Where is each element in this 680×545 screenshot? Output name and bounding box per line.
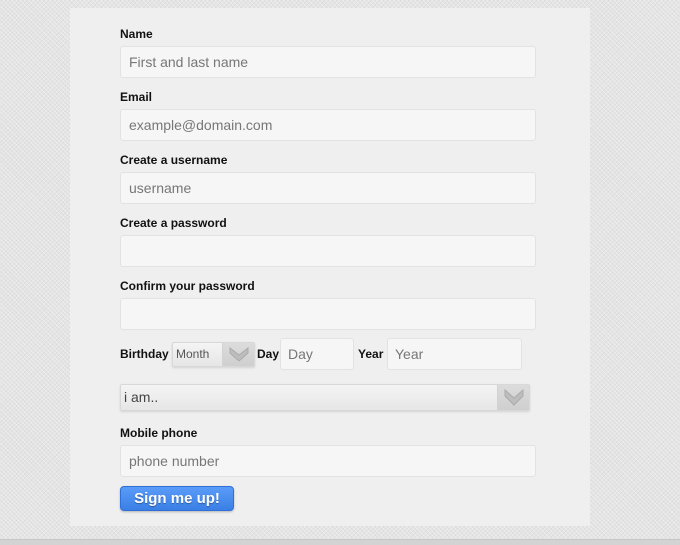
name-input[interactable] (120, 46, 536, 78)
mobile-input[interactable] (120, 445, 536, 477)
email-field: Email (120, 89, 536, 141)
email-input[interactable] (120, 109, 536, 141)
password-field: Create a password (120, 215, 536, 267)
name-label: Name (120, 27, 153, 41)
year-label: Year (358, 347, 384, 361)
birthday-month-select[interactable]: Month (172, 342, 255, 367)
mobile-field: Mobile phone (120, 425, 536, 477)
confirm-password-input[interactable] (120, 298, 536, 330)
confirm-password-field: Confirm your password (120, 278, 536, 330)
birthday-label: Birthday (120, 347, 169, 361)
username-input[interactable] (120, 172, 536, 204)
gender-selected-value: i am.. (124, 389, 159, 405)
bottom-divider (0, 539, 680, 545)
month-selected-value: Month (176, 347, 210, 361)
birthday-row: Birthday Month Day Year (120, 338, 540, 370)
gender-select[interactable]: i am.. (120, 384, 530, 411)
chevron-down-icon (222, 343, 254, 366)
mobile-label: Mobile phone (120, 426, 198, 440)
confirm-password-label: Confirm your password (120, 279, 255, 293)
birthday-year-input[interactable] (387, 338, 522, 370)
email-label: Email (120, 90, 153, 104)
name-field: Name (120, 26, 536, 78)
username-field: Create a username (120, 152, 536, 204)
sign-up-button[interactable]: Sign me up! (120, 486, 234, 511)
password-input[interactable] (120, 235, 536, 267)
signup-form-panel: Name Email Create a username Create a pa… (70, 8, 590, 526)
birthday-day-input[interactable] (280, 338, 354, 370)
password-label: Create a password (120, 216, 227, 230)
day-label: Day (257, 347, 280, 361)
username-label: Create a username (120, 153, 228, 167)
chevron-down-icon (497, 385, 529, 410)
